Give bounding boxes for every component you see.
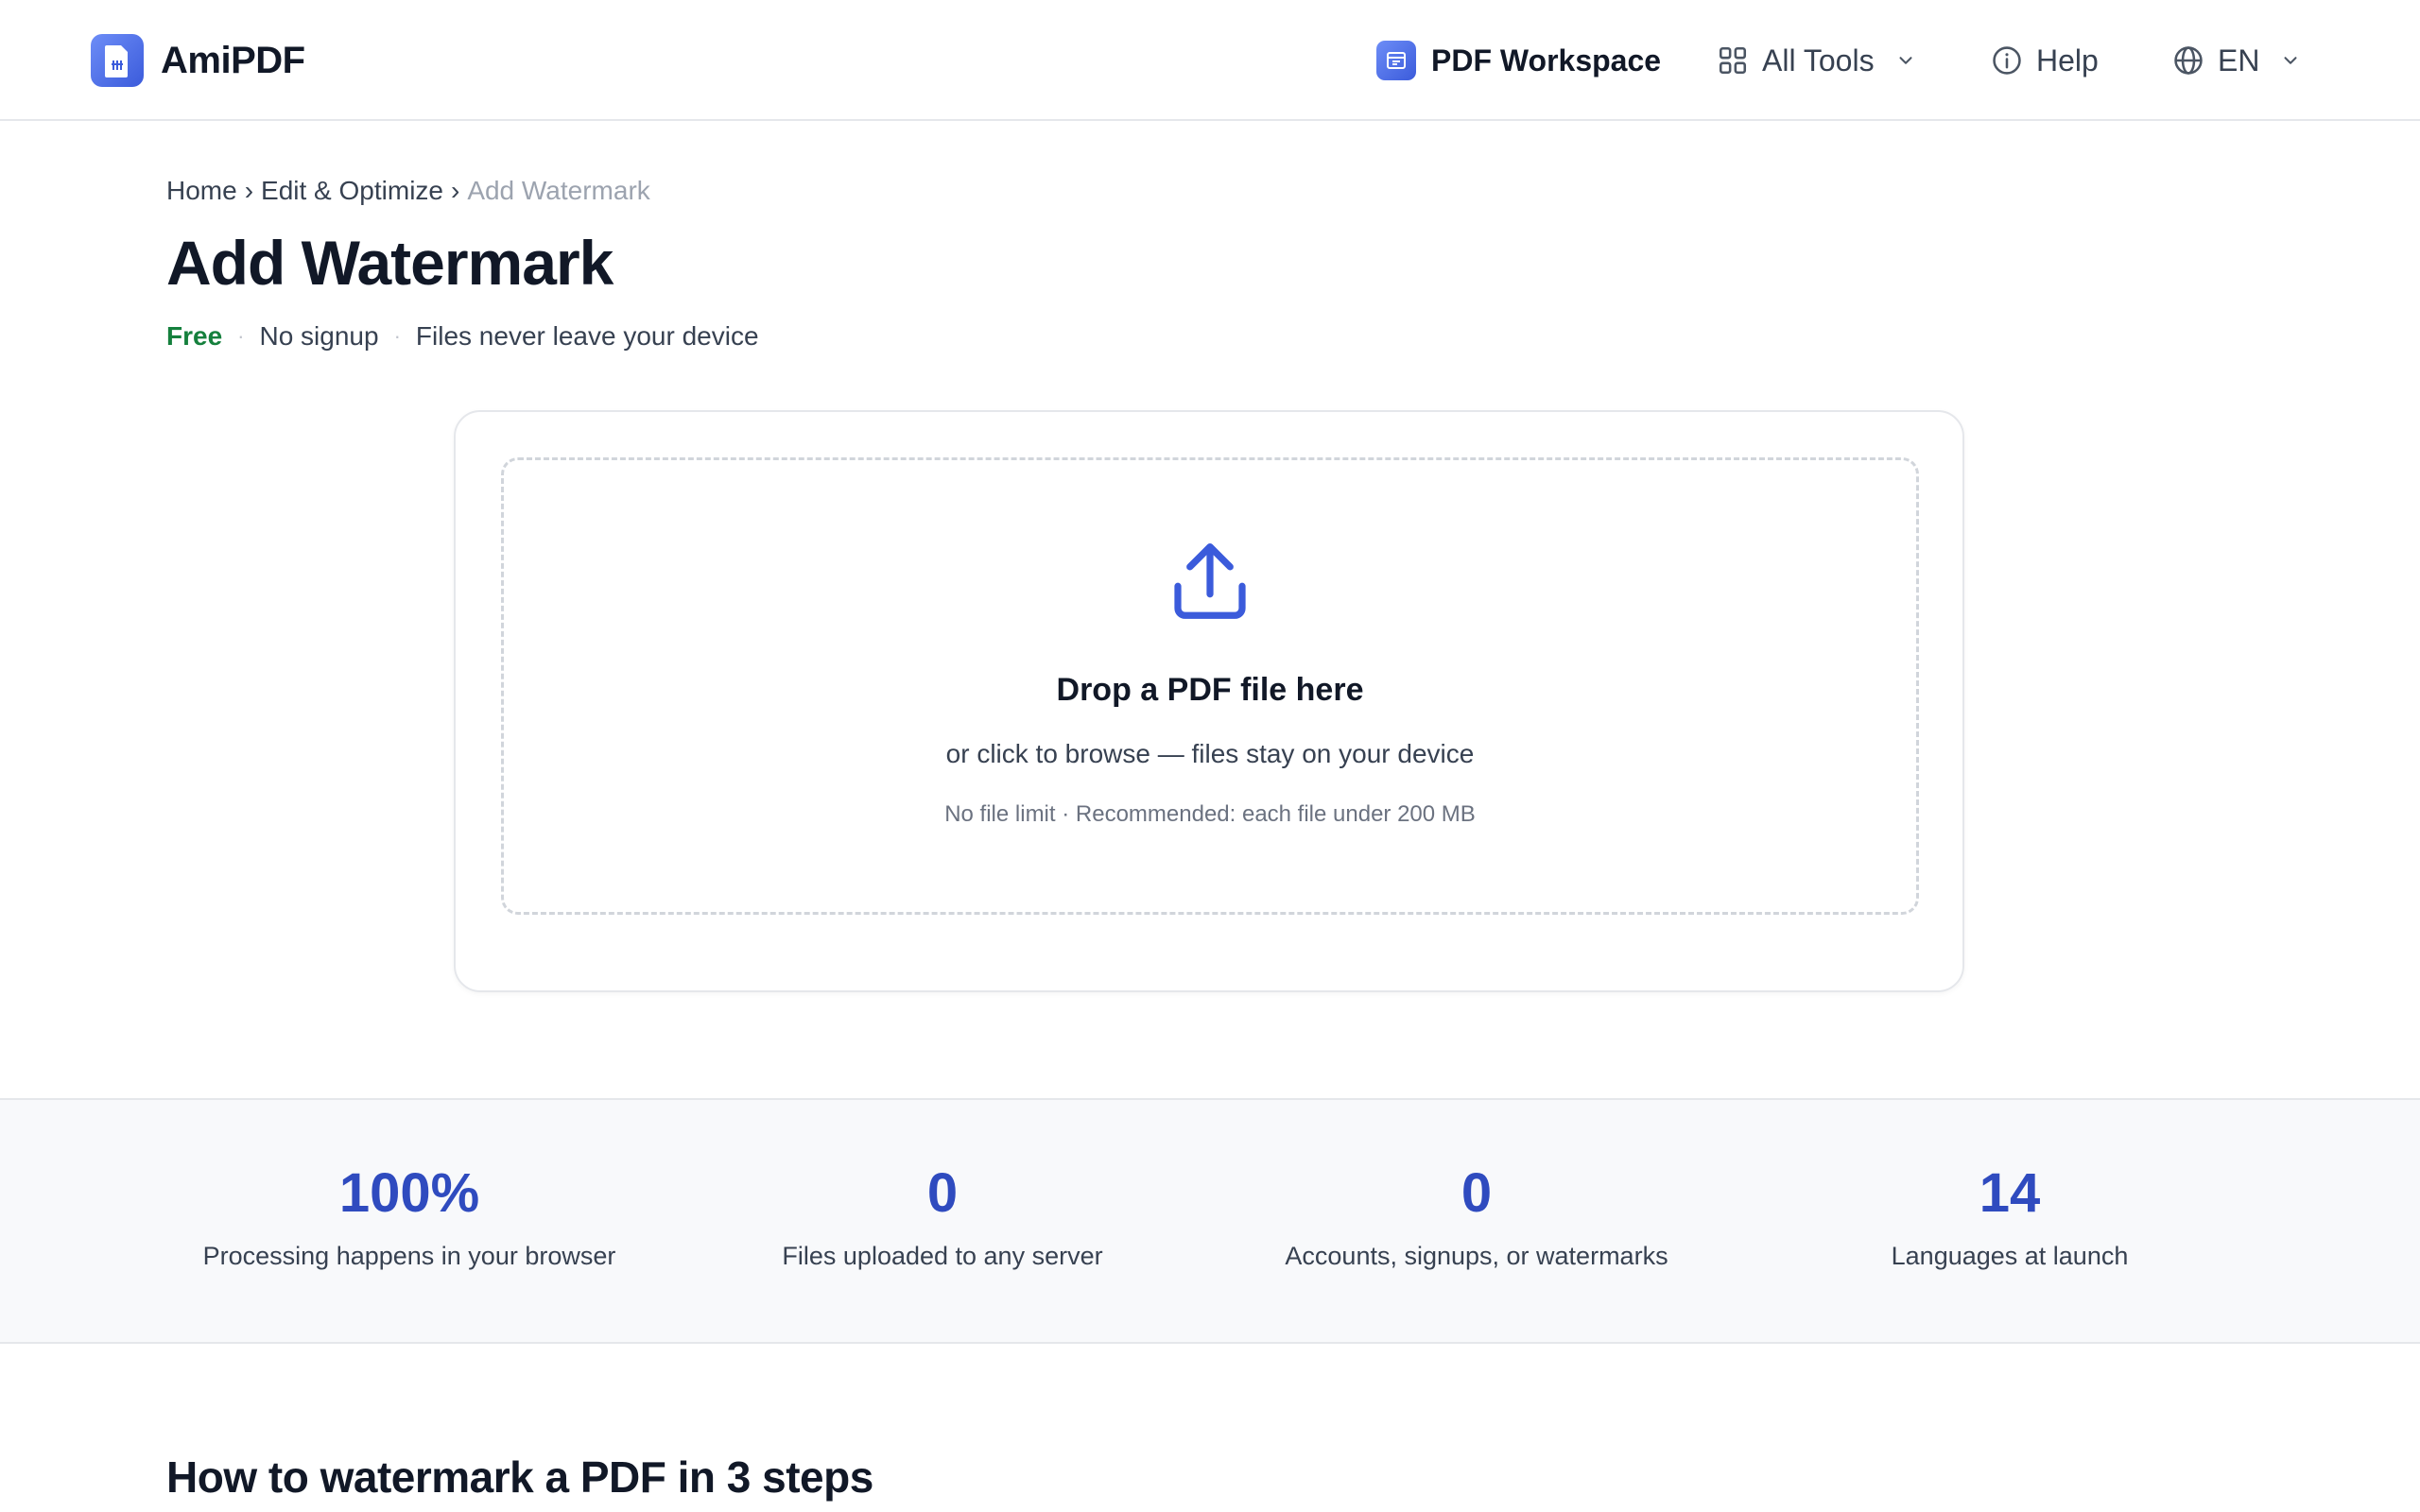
nav-workspace-label: PDF Workspace xyxy=(1431,43,1662,77)
stat-item: 100% Processing happens in your browser xyxy=(145,1166,674,1271)
separator-dot: · xyxy=(237,324,245,348)
dropzone-hint: No file limit · Recommended: each file u… xyxy=(944,801,1476,827)
breadcrumb: Home › Edit & Optimize › Add Watermark xyxy=(166,176,650,206)
stat-value: 0 xyxy=(926,1162,959,1224)
breadcrumb-current: Add Watermark xyxy=(467,176,650,205)
language-selector[interactable]: EN xyxy=(2172,34,2301,87)
steps-heading: How to watermark a PDF in 3 steps xyxy=(166,1452,873,1502)
dropzone-title: Drop a PDF file here xyxy=(1056,672,1364,708)
breadcrumb-home[interactable]: Home xyxy=(166,176,237,206)
breadcrumb-separator: › xyxy=(244,176,254,205)
brand-link[interactable]: AmiPDF xyxy=(91,34,305,87)
nav-all-tools[interactable]: All Tools xyxy=(1717,34,1916,87)
breadcrumb-edit-optimize[interactable]: Edit & Optimize xyxy=(261,176,443,206)
amipdf-logo-icon xyxy=(91,34,144,87)
dropzone-subtitle: or click to browse — files stay on your … xyxy=(945,739,1475,768)
page-title: Add Watermark xyxy=(166,228,614,298)
breadcrumb-separator: › xyxy=(450,176,460,205)
nav-help-label: Help xyxy=(2036,43,2099,77)
stat-label: Accounts, signups, or watermarks xyxy=(1285,1242,1668,1270)
privacy-text: Files never leave your device xyxy=(415,321,759,351)
chevron-down-icon xyxy=(1899,57,1912,64)
stat-item: 14 Languages at launch xyxy=(1745,1166,2274,1271)
stat-value: 0 xyxy=(1461,1162,1493,1224)
globe-icon xyxy=(2174,46,2203,75)
no-signup-text: No signup xyxy=(259,321,379,351)
stat-item: 0 Files uploaded to any server xyxy=(678,1166,1207,1271)
top-header: AmiPDF PDF Workspace All Tools Help EN xyxy=(0,0,2420,121)
stat-label: Languages at launch xyxy=(1891,1242,2129,1270)
chevron-down-icon xyxy=(2284,57,2297,64)
nav-pdf-workspace[interactable]: PDF Workspace xyxy=(1376,34,1661,87)
file-dropzone[interactable]: Drop a PDF file here or click to browse … xyxy=(501,457,1919,915)
stat-item: 0 Accounts, signups, or watermarks xyxy=(1212,1166,1741,1271)
stat-value: 100% xyxy=(338,1162,480,1224)
info-icon xyxy=(1993,46,2021,75)
nav-all-tools-label: All Tools xyxy=(1762,43,1875,77)
free-badge: Free xyxy=(166,321,223,351)
grid-icon xyxy=(1719,46,1747,75)
upload-card: Drop a PDF file here or click to browse … xyxy=(454,410,1964,992)
upload-icon xyxy=(1174,542,1246,619)
stat-value: 14 xyxy=(1979,1162,2041,1224)
stat-label: Processing happens in your browser xyxy=(202,1242,616,1270)
tagline: Free · No signup · Files never leave you… xyxy=(166,321,759,352)
nav-help[interactable]: Help xyxy=(1991,34,2099,87)
separator-dot: · xyxy=(393,324,401,348)
stats-band: 100% Processing happens in your browser … xyxy=(0,1098,2420,1344)
stat-label: Files uploaded to any server xyxy=(782,1242,1103,1270)
language-label: EN xyxy=(2218,43,2260,77)
brand-name: AmiPDF xyxy=(161,39,305,81)
workspace-icon xyxy=(1376,41,1416,80)
